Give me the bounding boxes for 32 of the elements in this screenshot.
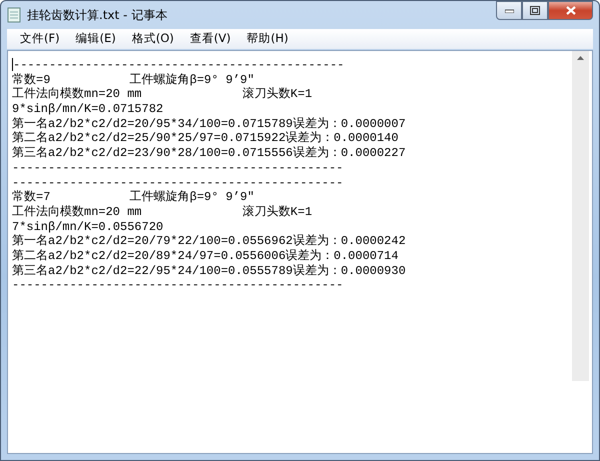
text-line: 7*sinβ/mn/K=0.0556720 [12, 220, 164, 234]
text-line: 第一名a2/b2*c2/d2=20/79*22/100=0.0556962误差为：0.0000242 [12, 234, 406, 248]
text-line: 第三名a2/b2*c2/d2=23/90*28/100=0.0715556误差为：0.0000227 [12, 146, 406, 160]
notepad-icon [7, 7, 21, 23]
separator-line-text: ---------------------------------------------- [12, 278, 344, 292]
scroll-up-icon[interactable] [577, 56, 584, 60]
text-line: 常数=9 工件螺旋角β=9° 9’9″ [12, 72, 254, 87]
menu-item[interactable]: 帮助(H) [240, 30, 296, 48]
menu-item[interactable]: 格式(O) [124, 30, 181, 48]
maximize-button[interactable] [522, 1, 548, 20]
minimize-icon [504, 8, 514, 12]
vertical-scrollbar[interactable] [572, 51, 589, 381]
menu-item[interactable]: 文件(F) [13, 30, 67, 48]
text-cursor [12, 58, 13, 71]
minimize-button[interactable] [496, 1, 522, 20]
window-title: 挂轮齿数计算.txt - 记事本 [27, 7, 168, 24]
close-icon [566, 6, 576, 15]
separator-line-text: ---------------------------------------------- [12, 176, 344, 190]
text-line: 工件法向模数mn=20 mm 滚刀头数K=1 [12, 87, 312, 102]
text-line: 第二名a2/b2*c2/d2=25/90*25/97=0.0715922误差为：0.0000140 [12, 131, 398, 146]
text-line: 第一名a2/b2*c2/d2=20/95*34/100=0.0715789误差为：0.0000007 [12, 116, 406, 131]
text-line: 常数=7 工件螺旋角β=9° 9’9″ [12, 190, 254, 204]
maximize-icon [530, 6, 540, 15]
separator-line-text: ---------------------------------------------- [12, 160, 344, 175]
text-line: 工件法向模数mn=20 mm 滚刀头数K=1 [12, 204, 312, 219]
menu-item[interactable]: 编辑(E) [68, 30, 123, 48]
close-button[interactable] [548, 1, 593, 20]
separator-line-text: ---------------------------------------------- [13, 58, 344, 72]
menu-item[interactable]: 查看(V) [182, 30, 238, 48]
text-line: 第三名a2/b2*c2/d2=22/95*24/100=0.0555789误差为：0.0000930 [12, 264, 406, 278]
text-line: 第二名a2/b2*c2/d2=20/89*24/97=0.0556006误差为：0.0000714 [12, 248, 398, 263]
text-line: 9*sinβ/mn/K=0.0715782 [12, 102, 164, 116]
